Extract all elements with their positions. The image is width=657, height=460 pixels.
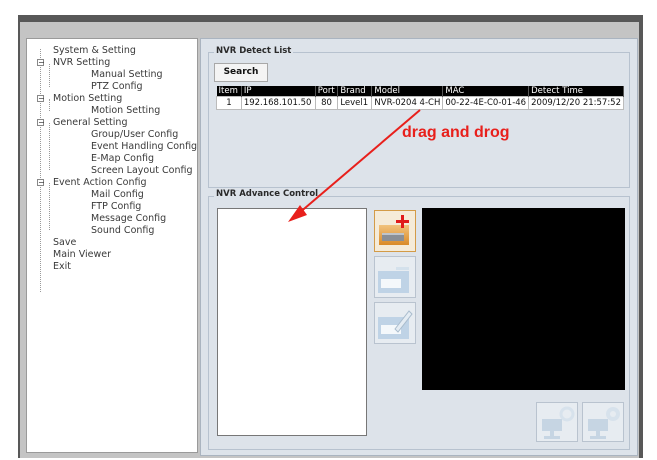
drag-arrow bbox=[288, 109, 421, 222]
